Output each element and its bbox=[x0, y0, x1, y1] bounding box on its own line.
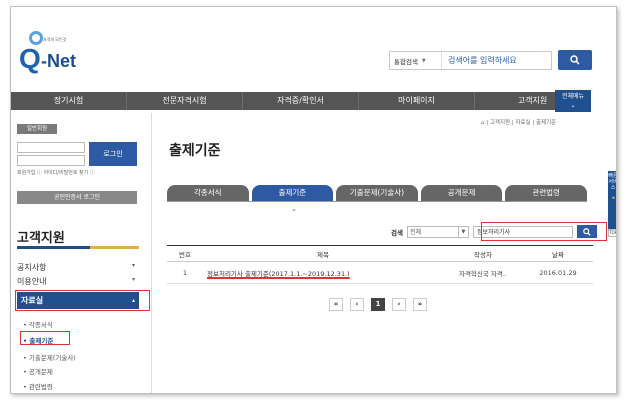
nav-item[interactable]: 전문자격시험 bbox=[127, 92, 243, 110]
list-search-label: 검색 bbox=[391, 228, 403, 237]
nav-item[interactable]: 자격증/확인서 bbox=[243, 92, 359, 110]
sidebar-item-label: 공지사항 bbox=[17, 263, 47, 272]
top-button[interactable]: TOP bbox=[608, 229, 616, 237]
sidebar-title-bar bbox=[17, 246, 139, 249]
submenu-item[interactable]: • 관련법령 bbox=[23, 381, 53, 391]
chevron-down-icon: ▾ bbox=[131, 276, 135, 283]
nav-item[interactable]: 정기시험 bbox=[11, 92, 127, 110]
tab-forms[interactable]: 각종서식 bbox=[167, 185, 249, 201]
first-page-button[interactable]: « bbox=[329, 298, 343, 311]
logo-net: -Net bbox=[41, 51, 76, 71]
logo-q: Q bbox=[19, 43, 41, 74]
prev-page-button[interactable]: ‹ bbox=[350, 298, 364, 311]
search-input[interactable]: 검색어를 입력하세요 bbox=[442, 55, 517, 66]
chevron-down-icon: ⌄ bbox=[291, 205, 297, 213]
sidebar-title: 고객지원 bbox=[17, 231, 65, 246]
highlight-box bbox=[481, 222, 607, 241]
logo-tagline: 자격의 모든것 bbox=[43, 37, 67, 42]
chevron-left-icon: ◂ bbox=[611, 195, 615, 201]
tab-bar: 각종서식 출제기준 기출문제(기술사) 공개문제 관련법령 bbox=[167, 185, 587, 201]
next-page-button[interactable]: › bbox=[392, 298, 406, 311]
password-field[interactable] bbox=[17, 155, 85, 166]
chevron-down-icon: ▼ bbox=[421, 57, 426, 64]
breadcrumb[interactable]: ⌂ | 고객지원 | 자료실 | 출제기준 bbox=[481, 118, 556, 126]
list-search-select[interactable]: 전체 ▼ bbox=[406, 225, 469, 238]
submenu-item[interactable]: • 공개문제 bbox=[23, 366, 53, 376]
global-nav: 정기시험 전문자격시험 자격증/확인서 마이페이지 고객지원 전체메뉴 ⌄ bbox=[11, 90, 591, 112]
cert-login-button[interactable]: 공인인증서 로그인 bbox=[17, 191, 137, 204]
global-search[interactable]: 통합검색 ▼ 검색어를 입력하세요 bbox=[389, 51, 552, 70]
last-page-button[interactable]: » bbox=[413, 298, 427, 311]
search-button[interactable] bbox=[558, 50, 592, 70]
col-title: 제목 bbox=[203, 245, 443, 262]
row-author: 자격혁신국 자격.. bbox=[443, 261, 523, 284]
row-title-cell[interactable]: 정보처리기사 출제기준(2017.1.1.~2019.12.31.) bbox=[203, 261, 443, 284]
login-title: 일반회원 bbox=[17, 124, 57, 134]
tab-public-problems[interactable]: 공개문제 bbox=[420, 185, 503, 201]
search-icon bbox=[570, 55, 580, 65]
all-menu-button[interactable]: 전체메뉴 ⌄ bbox=[555, 90, 591, 112]
pagination: « ‹ 1 › » bbox=[329, 298, 427, 311]
browser-frame: 자격의 모든것 Q -Net 통합검색 ▼ 검색어를 입력하세요 정기시험 전문… bbox=[10, 6, 617, 394]
row-no: 1 bbox=[167, 261, 203, 284]
submenu-item[interactable]: • 기출문제(기술사) bbox=[23, 352, 76, 362]
nav-item[interactable]: 마이페이지 bbox=[359, 92, 475, 110]
page-number-button[interactable]: 1 bbox=[371, 298, 385, 311]
sidebar-item-guide[interactable]: 이용안내 ▾ bbox=[17, 276, 139, 287]
login-box: 일반회원 로그인 회원가입 ⓘ 아이디/비밀번호 찾기 ⓘ 공인인증서 로그인 bbox=[17, 124, 139, 216]
list-search-select-label: 전체 bbox=[409, 228, 422, 236]
tab-laws[interactable]: 관련법령 bbox=[505, 185, 587, 201]
search-scope-label: 통합검색 bbox=[394, 57, 418, 66]
highlight-box bbox=[15, 290, 150, 311]
id-field[interactable] bbox=[17, 142, 85, 153]
qnet-logo[interactable]: 자격의 모든것 Q -Net bbox=[17, 27, 87, 77]
chevron-down-icon: ▾ bbox=[131, 262, 135, 269]
tab-past-exams[interactable]: 기출문제(기술사) bbox=[336, 185, 418, 201]
row-title-link[interactable]: 정보처리기사 출제기준(2017.1.1.~2019.12.31.) bbox=[207, 270, 350, 278]
highlight-box bbox=[20, 331, 70, 345]
row-date: 2016.01.29 bbox=[523, 261, 593, 284]
sidebar-item-label: 이용안내 bbox=[17, 277, 47, 286]
table-header-row: 번호 제목 작성자 날짜 bbox=[167, 245, 593, 262]
tab-underline bbox=[167, 201, 587, 202]
sidebar-item-notice[interactable]: 공지사항 ▾ bbox=[17, 262, 139, 273]
board-table: 번호 제목 작성자 날짜 1 정보처리기사 출제기준(2017.1.1.~201… bbox=[167, 245, 593, 284]
divider bbox=[151, 113, 152, 393]
login-links[interactable]: 회원가입 ⓘ 아이디/비밀번호 찾기 ⓘ bbox=[17, 169, 141, 176]
submenu-item[interactable]: • 각종서식 bbox=[23, 319, 53, 329]
col-no: 번호 bbox=[167, 245, 203, 262]
chevron-down-icon: ⌄ bbox=[570, 102, 576, 109]
quick-menu[interactable]: 빠른서비스 ◂ bbox=[608, 171, 617, 237]
chevron-down-icon: ▼ bbox=[457, 226, 468, 237]
page-title: 출제기준 bbox=[169, 143, 221, 159]
login-button[interactable]: 로그인 bbox=[89, 142, 137, 166]
col-author: 작성자 bbox=[443, 245, 523, 262]
table-row[interactable]: 1 정보처리기사 출제기준(2017.1.1.~2019.12.31.) 자격혁… bbox=[167, 261, 593, 284]
all-menu-label: 전체메뉴 bbox=[561, 93, 585, 100]
tab-criteria[interactable]: 출제기준 bbox=[251, 185, 334, 201]
col-date: 날짜 bbox=[523, 245, 593, 262]
quick-menu-label: 빠른서비스 bbox=[608, 173, 617, 191]
search-scope-select[interactable]: 통합검색 ▼ bbox=[390, 52, 442, 69]
